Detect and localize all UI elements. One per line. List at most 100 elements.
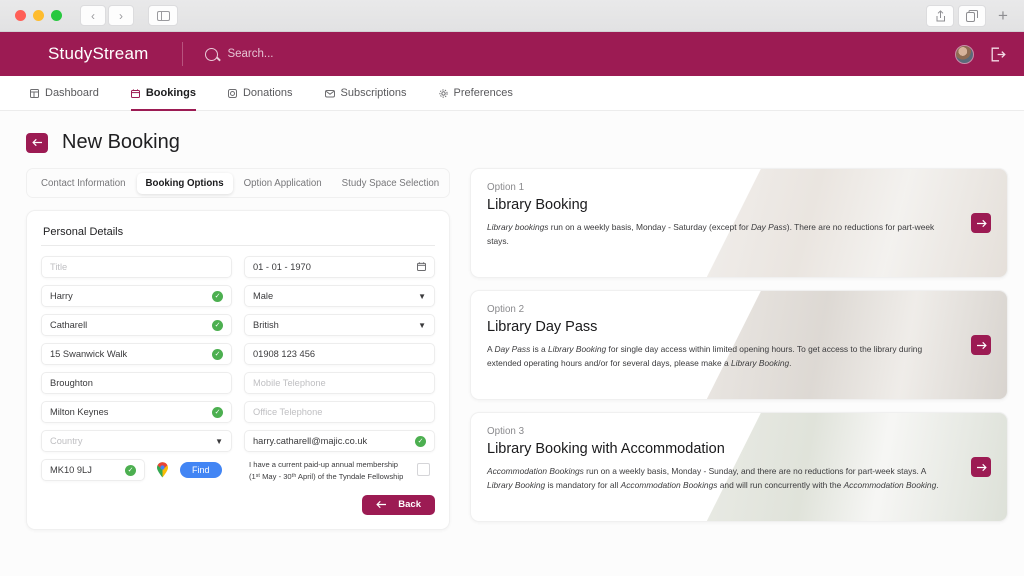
search-icon <box>205 47 219 61</box>
membership-label: I have a current paid-up annual membersh… <box>249 459 403 483</box>
mobile-telephone-field[interactable]: Mobile Telephone <box>244 372 435 394</box>
office-telephone-field[interactable]: Office Telephone <box>244 401 435 423</box>
personal-details-card: Personal Details Title 01 - 01 - 1970 Ha… <box>26 210 450 530</box>
minimize-window-button[interactable] <box>33 10 44 21</box>
back-icon[interactable]: ‹ <box>80 5 106 26</box>
nav-item-dashboard[interactable]: Dashboard <box>14 76 115 110</box>
valid-check-icon: ✓ <box>212 348 223 360</box>
city-value: Milton Keynes <box>50 407 109 417</box>
form-row: Title 01 - 01 - 1970 <box>41 256 435 278</box>
close-window-button[interactable] <box>15 10 26 21</box>
address-line-2-field[interactable]: Broughton <box>41 372 232 394</box>
address-line-1-value: 15 Swanwick Walk <box>50 349 128 359</box>
forward-icon[interactable]: › <box>108 5 134 26</box>
find-address-button[interactable]: Find <box>180 462 222 478</box>
nav-item-label: Subscriptions <box>340 87 407 99</box>
tabs-icon[interactable] <box>958 4 986 27</box>
window-traffic-lights <box>15 10 62 21</box>
maximize-window-button[interactable] <box>51 10 62 21</box>
preferences-icon <box>438 88 448 98</box>
option-label: Option 1 <box>487 182 525 193</box>
office-telephone-value: Office Telephone <box>253 407 323 417</box>
search-input[interactable]: Search... <box>205 47 274 61</box>
page-back-button[interactable] <box>26 132 48 153</box>
form-row: 15 Swanwick Walk ✓ 01908 123 456 <box>41 343 435 365</box>
browser-chrome-right: + <box>926 4 1016 27</box>
date-of-birth-value: 01 - 01 - 1970 <box>253 262 311 272</box>
telephone-field[interactable]: 01908 123 456 <box>244 343 435 365</box>
chevron-down-icon: ▼ <box>418 291 426 301</box>
title-field[interactable]: Title <box>41 256 232 278</box>
gender-select[interactable]: Male ▼ <box>244 285 435 307</box>
avatar[interactable] <box>955 44 974 64</box>
country-select[interactable]: Country ▼ <box>41 430 232 452</box>
option-card-library-day-pass[interactable]: Option 2 Library Day Pass A Day Pass is … <box>470 290 1008 400</box>
option-select-button[interactable] <box>971 457 991 477</box>
membership-checkbox-group: I have a current paid-up annual membersh… <box>249 459 435 483</box>
search-placeholder: Search... <box>227 48 274 60</box>
tab-booking-options[interactable]: Booking Options <box>136 172 233 194</box>
email-field[interactable]: harry.catharell@majic.co.uk ✓ <box>244 430 435 452</box>
chevron-down-icon: ▼ <box>215 436 223 446</box>
tab-option-application[interactable]: Option Application <box>235 173 331 194</box>
left-column: Contact Information Booking Options Opti… <box>26 168 450 534</box>
dashboard-icon <box>30 88 39 98</box>
new-tab-button[interactable]: + <box>990 5 1016 27</box>
main-nav: Dashboard Bookings Donations Subscriptio… <box>0 76 1024 111</box>
telephone-value: 01908 123 456 <box>253 349 316 359</box>
tab-study-space-selection[interactable]: Study Space Selection <box>333 173 448 194</box>
page-title: New Booking <box>62 131 180 153</box>
logout-icon[interactable] <box>990 47 1006 62</box>
tab-contact-information[interactable]: Contact Information <box>32 173 135 194</box>
nav-item-label: Dashboard <box>45 87 99 99</box>
sidebar-icon[interactable] <box>148 5 178 26</box>
arrow-left-icon <box>376 500 387 509</box>
header-divider <box>182 42 184 66</box>
nav-item-preferences[interactable]: Preferences <box>423 76 529 110</box>
mobile-telephone-value: Mobile Telephone <box>253 378 326 388</box>
address-line-1-field[interactable]: 15 Swanwick Walk ✓ <box>41 343 232 365</box>
gender-value: Male <box>253 291 274 301</box>
email-value: harry.catharell@majic.co.uk <box>253 436 368 446</box>
option-select-button[interactable] <box>971 335 991 355</box>
address-line-2-value: Broughton <box>50 378 93 388</box>
nationality-select[interactable]: British ▼ <box>244 314 435 336</box>
content-columns: Contact Information Booking Options Opti… <box>0 168 1024 534</box>
option-select-button[interactable] <box>971 213 991 233</box>
option-card-library-booking-with-accommodation[interactable]: Option 3 Library Booking with Accommodat… <box>470 412 1008 522</box>
arrow-right-icon <box>976 219 987 227</box>
membership-label-line1: I have a current paid-up annual membersh… <box>249 460 399 469</box>
nav-item-donations[interactable]: Donations <box>212 76 309 110</box>
option-description: Library bookings run on a weekly basis, … <box>487 222 935 246</box>
nav-item-subscriptions[interactable]: Subscriptions <box>309 76 423 110</box>
booking-options-list: Option 1 Library Booking Library booking… <box>470 168 1008 534</box>
form-row: Harry ✓ Male ▼ <box>41 285 435 307</box>
nav-item-bookings[interactable]: Bookings <box>115 76 212 111</box>
option-description: A Day Pass is a Library Booking for sing… <box>487 344 923 368</box>
page-header: New Booking <box>0 111 1024 168</box>
share-icon[interactable] <box>926 4 954 27</box>
nav-item-label: Bookings <box>145 87 196 99</box>
membership-checkbox[interactable] <box>417 463 431 476</box>
valid-check-icon: ✓ <box>415 435 426 447</box>
form-row: Milton Keynes ✓ Office Telephone <box>41 401 435 423</box>
last-name-field[interactable]: Catharell ✓ <box>41 314 232 336</box>
option-label: Option 2 <box>487 304 525 315</box>
postcode-field[interactable]: MK10 9LJ ✓ <box>41 459 145 481</box>
app-brand-logo: StudyStream <box>48 44 149 63</box>
option-title: Library Booking with Accommodation <box>487 441 725 457</box>
form-back-button[interactable]: Back <box>362 494 435 515</box>
first-name-field[interactable]: Harry ✓ <box>41 285 232 307</box>
calendar-icon[interactable] <box>417 261 426 273</box>
city-field[interactable]: Milton Keynes ✓ <box>41 401 232 423</box>
form-row: Catharell ✓ British ▼ <box>41 314 435 336</box>
option-description: Accommodation Bookings run on a weekly b… <box>487 466 939 490</box>
step-tabs: Contact Information Booking Options Opti… <box>26 168 450 198</box>
app-header: StudyStream Search... <box>0 32 1024 76</box>
option-card-library-booking[interactable]: Option 1 Library Booking Library booking… <box>470 168 1008 278</box>
subscriptions-icon <box>324 89 335 98</box>
date-of-birth-field[interactable]: 01 - 01 - 1970 <box>244 256 435 278</box>
title-field-value: Title <box>50 262 68 272</box>
country-value: Country <box>50 436 83 446</box>
map-pin-icon[interactable] <box>156 462 169 478</box>
